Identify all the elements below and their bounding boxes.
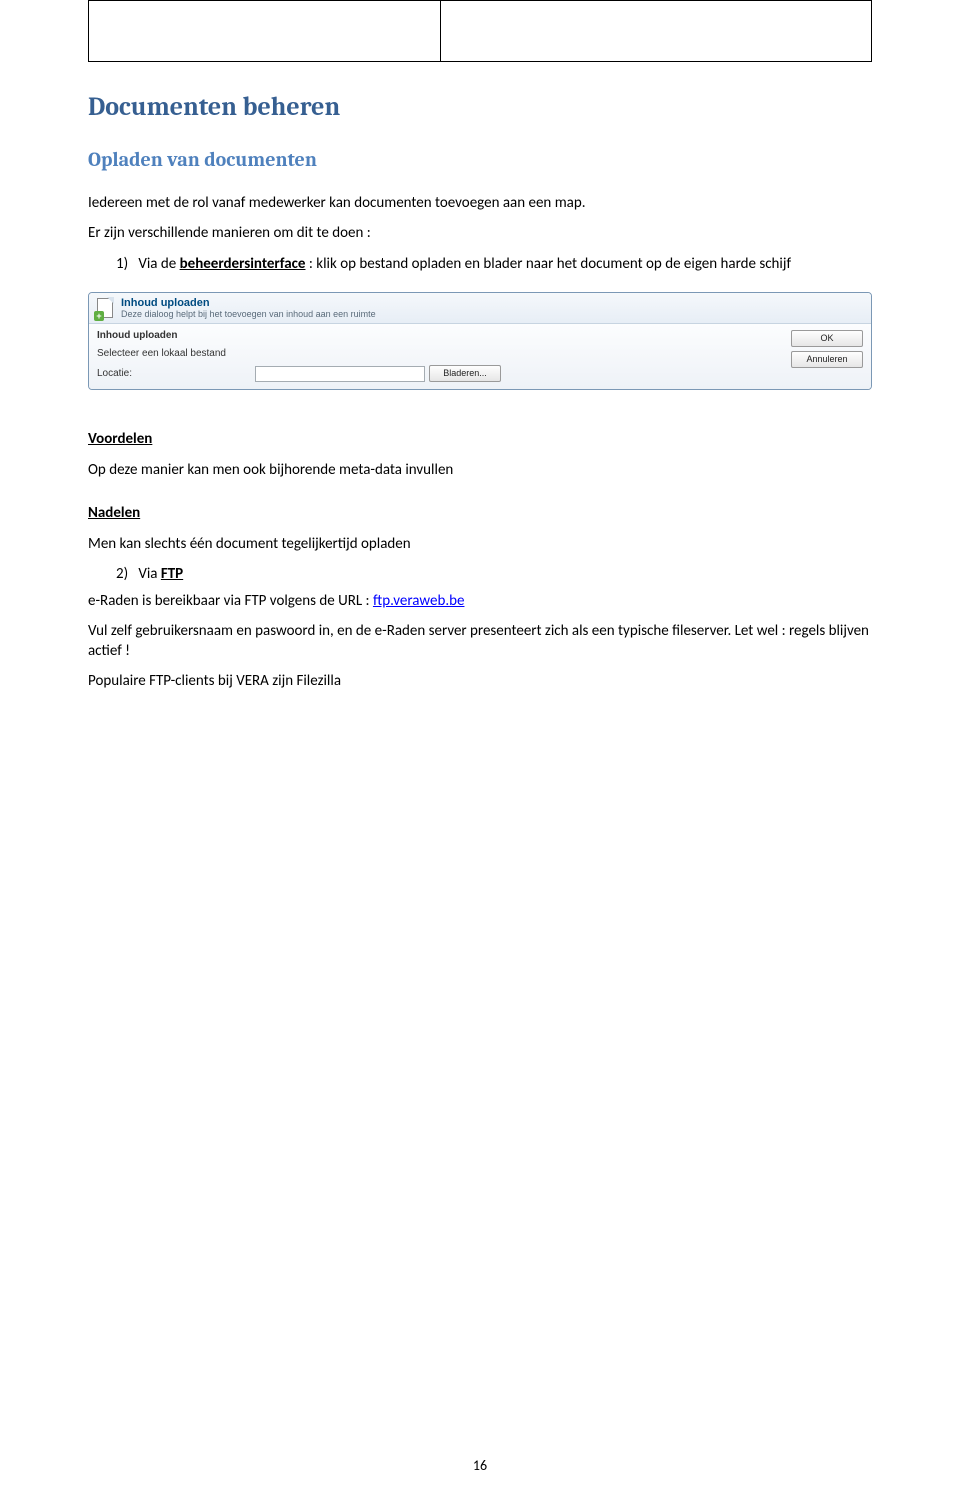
file-path-input[interactable] [255, 366, 425, 382]
item2-num: 2) [116, 565, 128, 583]
select-file-label: Selecteer een lokaal bestand [97, 348, 255, 359]
browse-button[interactable]: Bladeren... [429, 365, 501, 382]
item2-bold: FTP [161, 565, 183, 583]
heading-2: Opladen van documenten [88, 148, 872, 171]
intro-para-1: Iedereen met de rol vanaf medewerker kan… [88, 193, 872, 213]
ok-button[interactable]: OK [791, 330, 863, 347]
upload-dialog: + Inhoud uploaden Deze dialoog helpt bij… [88, 292, 872, 390]
location-label: Locatie: [97, 368, 255, 379]
document-add-icon: + [97, 298, 113, 318]
dialog-section-title: Inhoud uploaden [97, 330, 777, 341]
dialog-header: + Inhoud uploaden Deze dialoog helpt bij… [89, 293, 871, 324]
list-item-2: 2) Via FTP [116, 564, 872, 584]
item1-post: : klik op bestand opladen en blader naar… [305, 255, 791, 273]
dialog-body: Inhoud uploaden Selecteer een lokaal bes… [89, 324, 871, 389]
item1-num: 1) [116, 255, 128, 273]
voordelen-text: Op deze manier kan men ook bijhorende me… [88, 460, 872, 480]
header-empty-table [88, 0, 872, 62]
dialog-subtitle: Deze dialoog helpt bij het toevoegen van… [121, 309, 376, 319]
heading-1: Documenten beheren [88, 92, 872, 122]
cancel-button[interactable]: Annuleren [791, 351, 863, 368]
intro-para-2: Er zijn verschillende manieren om dit te… [88, 223, 872, 243]
item1-pre: Via de [138, 255, 179, 273]
item1-bold: beheerdersinterface [180, 255, 306, 273]
ftp-url-link[interactable]: ftp.veraweb.be [373, 592, 465, 610]
nadelen-heading: Nadelen [88, 504, 872, 522]
item2-pre: Via [138, 565, 161, 583]
voordelen-heading: Voordelen [88, 430, 872, 448]
page-number: 16 [473, 1457, 487, 1474]
ftp-line1-pre: e-Raden is bereikbaar via FTP volgens de… [88, 592, 373, 610]
dialog-title: Inhoud uploaden [121, 297, 376, 309]
list-item-1: 1) Via de beheerdersinterface : klik op … [116, 254, 872, 274]
ftp-line-1: e-Raden is bereikbaar via FTP volgens de… [88, 591, 872, 611]
nadelen-text: Men kan slechts één document tegelijkert… [88, 534, 872, 554]
ftp-line-2: Vul zelf gebruikersnaam en paswoord in, … [88, 621, 872, 662]
ftp-line-3: Populaire FTP-clients bij VERA zijn File… [88, 671, 872, 691]
